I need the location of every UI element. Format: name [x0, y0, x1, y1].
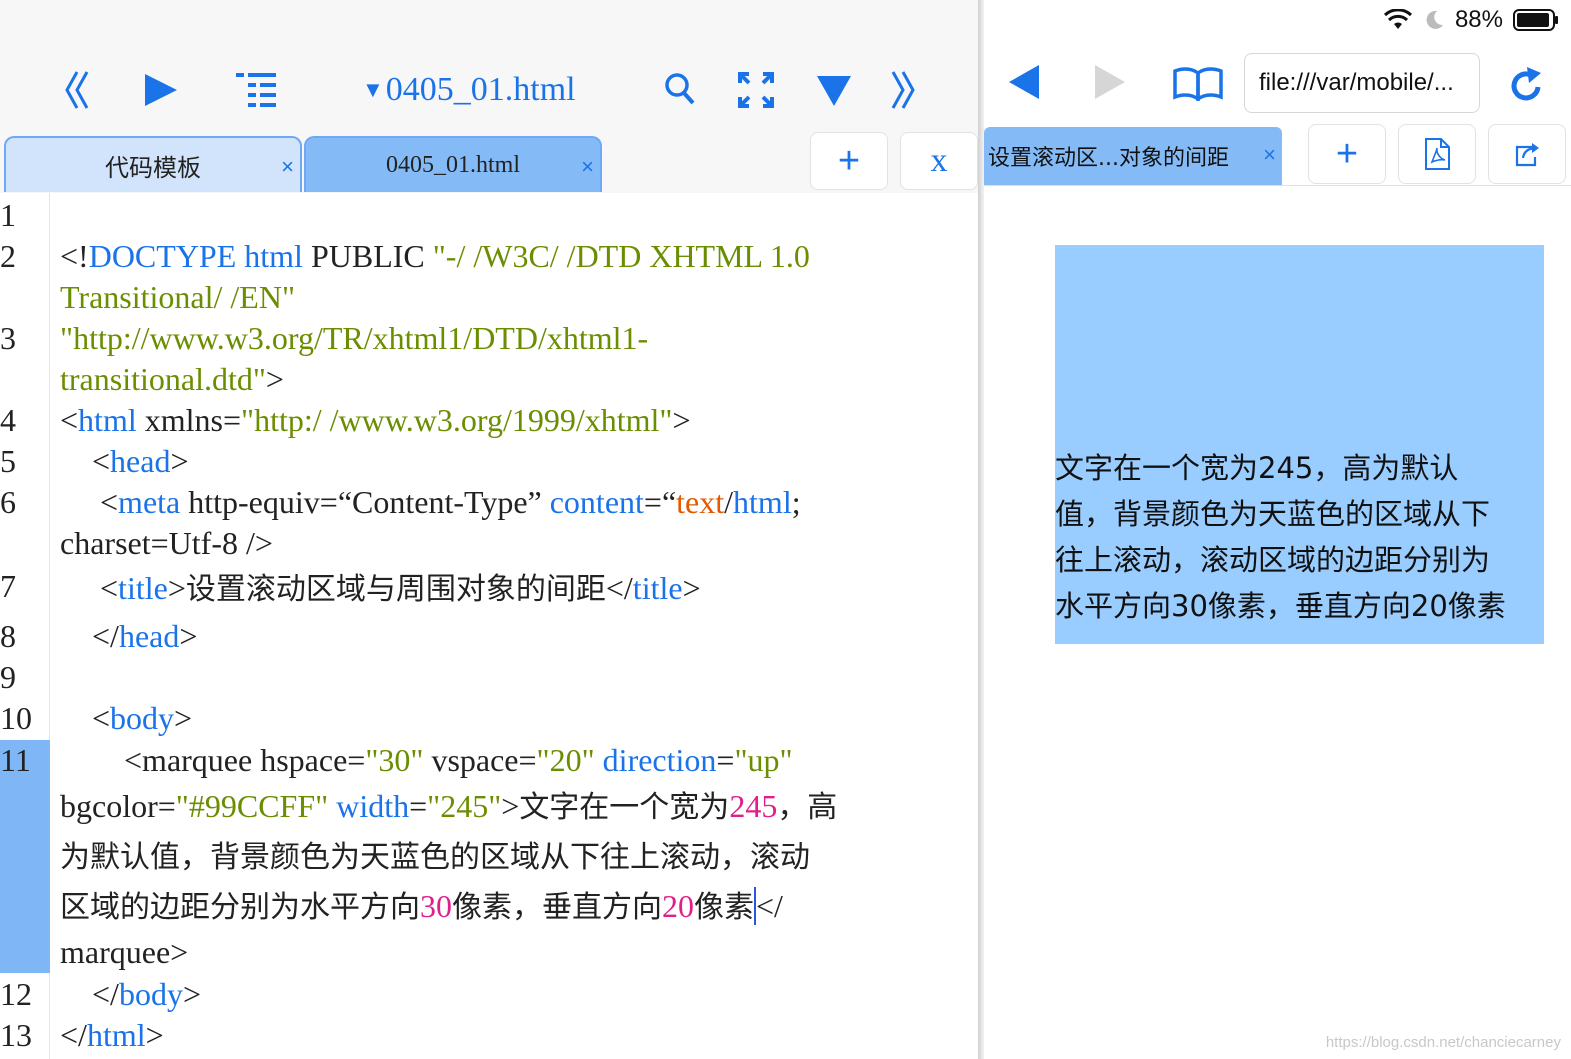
code-line: bgcolor="#99CCFF" width="245">文字在一个宽为245… [60, 788, 838, 825]
line-number: 13 [0, 1017, 32, 1053]
code-line: <body> [60, 700, 193, 736]
caret-down-icon: ▼ [362, 77, 384, 102]
marquee-line: 往上滚动，滚动区域的边距分别为 [1055, 543, 1491, 577]
file-title-dropdown[interactable]: ▼ 0405_01.html [362, 66, 602, 114]
forward-arrow-icon[interactable] [1090, 62, 1130, 102]
pdf-icon [1425, 138, 1450, 170]
line-number: 5 [0, 443, 16, 479]
code-line: </head> [60, 618, 198, 654]
add-tab-button[interactable]: + [810, 132, 888, 190]
code-line: <head> [60, 443, 189, 479]
battery-percent: 88% [1454, 6, 1503, 33]
editor-toolbar: ▼ 0405_01.html 代码模板 × 0405_01.html × + x [0, 0, 980, 193]
tab-bar-divider [984, 185, 1571, 186]
battery-icon [1513, 9, 1558, 31]
moon-icon [1426, 10, 1443, 29]
line-number: 6 [0, 484, 16, 520]
outline-list-icon[interactable] [232, 66, 282, 114]
browser-preview-pane: 88% file:///var/mobile/... 设置滚动区...对象的间距… [984, 0, 1571, 1059]
close-tab-icon[interactable]: × [281, 154, 294, 180]
first-page-icon[interactable] [56, 66, 96, 114]
line-number: 12 [0, 976, 32, 1012]
marquee-line: 文字在一个宽为245，高为默认 [1055, 451, 1459, 485]
reload-icon[interactable] [1506, 64, 1546, 106]
code-line: "http://www.w3.org/TR/xhtml1/DTD/xhtml1- [60, 320, 649, 356]
line-number: 8 [0, 618, 16, 654]
close-tab-icon[interactable]: × [1263, 142, 1276, 168]
wifi-icon [1383, 9, 1412, 29]
code-line: charset=Utf-8 /> [60, 525, 273, 561]
run-play-icon[interactable] [138, 70, 182, 110]
back-arrow-icon[interactable] [1004, 62, 1044, 102]
share-icon [1515, 143, 1539, 167]
browser-tab-active[interactable]: 设置滚动区...对象的间距 × [984, 127, 1282, 185]
tab-label: 0405_01.html [385, 151, 520, 178]
tab-code-template[interactable]: 代码模板 × [4, 136, 302, 192]
url-field[interactable]: file:///var/mobile/... [1244, 53, 1480, 113]
browser-tab-label: 设置滚动区...对象的间距 [988, 146, 1229, 171]
code-line: <title>设置滚动区域与周围对象的间距</title> [60, 570, 701, 607]
status-bar: 88% [1383, 4, 1559, 36]
line-number: 7 [0, 568, 16, 604]
line-number: 3 [0, 320, 16, 356]
code-line: transitional.dtd"> [60, 361, 284, 397]
browser-add-tab-button[interactable]: + [1308, 124, 1386, 184]
pdf-export-button[interactable] [1398, 124, 1476, 184]
fullscreen-icon[interactable] [734, 68, 778, 112]
code-line: marquee> [60, 934, 189, 970]
share-button[interactable] [1488, 124, 1566, 184]
search-icon[interactable] [660, 68, 700, 110]
code-line: Transitional/ /EN" [60, 279, 295, 315]
line-number: 10 [0, 700, 32, 736]
code-line: </body> [60, 976, 201, 1012]
line-number: 11 [0, 742, 31, 778]
watermark: https://blog.csdn.net/chanciecarney [1325, 1034, 1561, 1051]
code-line: <!DOCTYPE html PUBLIC "-/ /W3C/ /DTD XHT… [60, 238, 810, 274]
code-line: <html xmlns="http:/ /www.w3.org/1999/xht… [60, 402, 691, 438]
tab-label: 代码模板 [105, 153, 201, 182]
marquee-line: 值，背景颜色为天蓝色的区域从下 [1055, 497, 1491, 531]
code-line: 区域的边距分别为水平方向30像素，垂直方向20像素</ [60, 887, 783, 925]
line-number: 2 [0, 238, 16, 274]
last-page-icon[interactable] [884, 66, 924, 114]
marquee-scroll-area: 文字在一个宽为245，高为默认 值，背景颜色为天蓝色的区域从下 往上滚动，滚动区… [1055, 245, 1544, 644]
marquee-line: 水平方向30像素，垂直方向20像素 [1055, 589, 1506, 623]
code-line: </html> [60, 1017, 164, 1053]
close-all-button[interactable]: x [900, 132, 978, 190]
line-number: 4 [0, 402, 16, 438]
code-line: <marquee hspace="30" vspace="20" directi… [60, 742, 793, 778]
code-line: <meta http-equiv=“Content-Type” content=… [60, 484, 801, 520]
line-number: 1 [0, 197, 16, 233]
close-tab-icon[interactable]: × [581, 154, 594, 180]
code-line: 为默认值，背景颜色为天蓝色的区域从下往上滚动，滚动 [60, 840, 810, 875]
tab-0405-01-html[interactable]: 0405_01.html × [304, 136, 602, 192]
bookmarks-book-icon[interactable] [1170, 64, 1226, 104]
code-editor-pane: ▼ 0405_01.html 代码模板 × 0405_01.html × + x [0, 0, 980, 1059]
collapse-down-icon[interactable] [812, 70, 856, 110]
marquee-text: 文字在一个宽为245，高为默认 值，背景颜色为天蓝色的区域从下 往上滚动，滚动区… [1055, 445, 1544, 629]
line-number: 9 [0, 659, 16, 695]
file-title-label: 0405_01.html [385, 71, 576, 108]
